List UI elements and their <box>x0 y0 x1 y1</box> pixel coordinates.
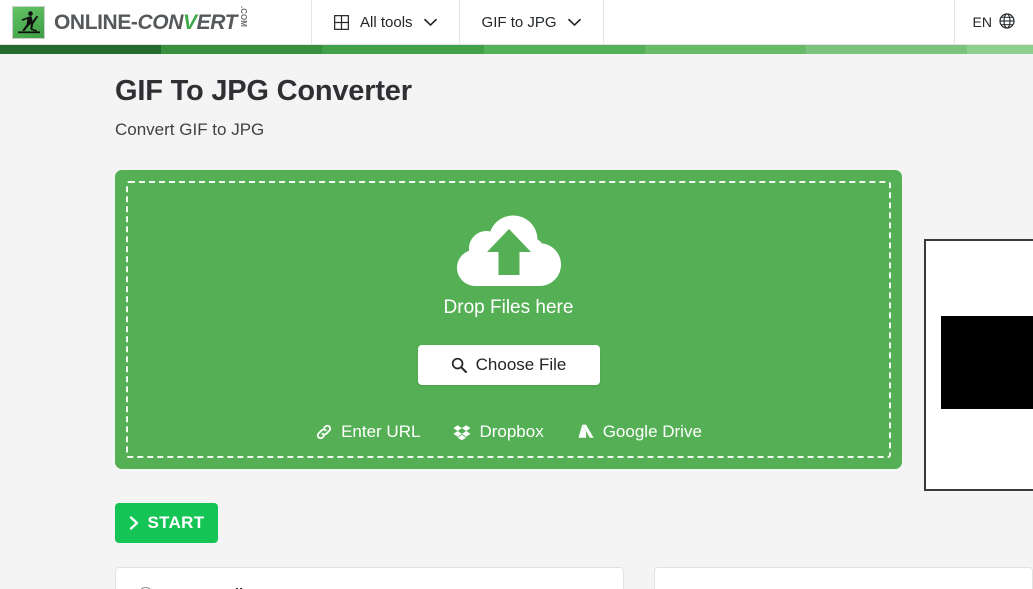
language-label: EN <box>972 14 992 30</box>
google-drive-icon <box>577 423 595 441</box>
quality-settings-card: Best Quality <box>115 567 624 589</box>
choose-file-label: Choose File <box>475 355 567 374</box>
file-dropzone-inner: Drop Files here Choose File Enter URL Dr… <box>126 181 891 458</box>
start-button[interactable]: START <box>115 503 218 543</box>
dropzone-label: Drop Files here <box>443 297 574 318</box>
logo-text-part3: V <box>183 11 197 35</box>
globe-icon <box>999 12 1015 32</box>
file-preview-box <box>924 239 1033 491</box>
nav-item-all-tools-label: All tools <box>360 13 413 31</box>
preview-image-content <box>941 316 1033 409</box>
dropbox-icon <box>453 423 471 441</box>
logo-tld: .COM <box>239 5 249 27</box>
bottom-cards-row: Best Quality Convert your file from Comp… <box>115 567 1033 589</box>
stripe-segment <box>322 45 484 54</box>
header-spacer <box>604 0 955 44</box>
logo-wordmark: ONLINE- CON V ERT .COM <box>54 5 249 36</box>
google-drive-label: Google Drive <box>602 422 702 441</box>
nav-item-all-tools[interactable]: All tools <box>312 0 460 44</box>
page-content: GIF To JPG Converter Convert GIF to JPG … <box>0 75 1033 589</box>
dropbox-link[interactable]: Dropbox <box>453 422 544 442</box>
link-icon <box>315 423 333 441</box>
search-icon <box>451 357 467 373</box>
stripe-segment <box>806 45 968 54</box>
chevron-right-icon <box>129 516 140 530</box>
chevron-down-icon <box>423 18 437 27</box>
stripe-segment <box>161 45 323 54</box>
page-subtitle: Convert GIF to JPG <box>115 120 265 139</box>
site-header: ONLINE- CON V ERT .COM All tools GIF to JPG … <box>0 0 1033 45</box>
choose-file-button[interactable]: Choose File <box>417 345 600 385</box>
logo-text-part1: ONLINE- <box>54 11 138 35</box>
dropzone-service-links: Enter URL Dropbox Google Drive <box>315 422 702 442</box>
language-selector[interactable]: EN <box>955 0 1033 44</box>
nav-item-gif-to-jpg-label: GIF to JPG <box>481 13 557 31</box>
grid-icon <box>334 14 349 30</box>
nav-item-gif-to-jpg[interactable]: GIF to JPG <box>460 0 604 44</box>
dropbox-label: Dropbox <box>479 422 544 441</box>
site-logo[interactable]: ONLINE- CON V ERT .COM <box>0 0 312 44</box>
google-drive-link[interactable]: Google Drive <box>577 422 702 442</box>
decorative-gradient-stripe <box>0 45 1033 54</box>
stripe-segment <box>0 45 162 54</box>
stripe-segment <box>644 45 807 54</box>
format-info-card: Convert your file from CompuServe Graphi… <box>653 567 1033 589</box>
chevron-down-icon <box>567 18 581 27</box>
runner-figure-logo-icon <box>12 5 45 39</box>
stripe-segment <box>483 45 645 54</box>
logo-text-part2: CON <box>137 11 184 35</box>
stripe-segment <box>967 45 1033 54</box>
logo-text-part4: ERT <box>196 11 238 35</box>
enter-url-link[interactable]: Enter URL <box>315 422 420 442</box>
cloud-upload-icon <box>456 205 561 289</box>
enter-url-label: Enter URL <box>341 422 421 441</box>
start-button-label: START <box>147 513 205 532</box>
file-dropzone[interactable]: Drop Files here Choose File Enter URL Dr… <box>115 170 902 469</box>
page-title: GIF To JPG Converter <box>115 75 412 107</box>
